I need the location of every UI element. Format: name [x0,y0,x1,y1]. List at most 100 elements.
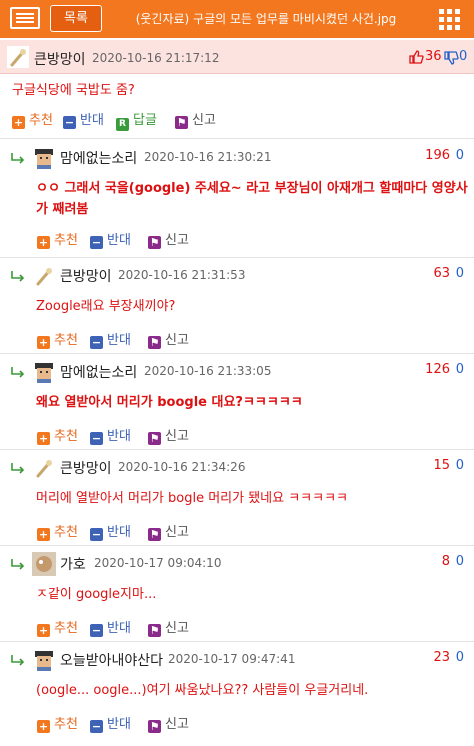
oppose-button[interactable]: − 반대 [90,524,131,542]
report-icon: ⚑ [175,116,188,129]
report-icon: ⚑ [148,624,161,637]
divider [0,449,474,450]
plus-icon: + [37,336,50,349]
post-up-count: 36 [425,49,442,64]
minus-icon: − [90,236,103,249]
comment-author[interactable]: 큰방망이 [60,458,112,478]
plus-icon: + [37,720,50,733]
recommend-button[interactable]: + 추천 [37,428,78,446]
minus-icon: − [63,116,76,129]
oppose-button[interactable]: − 반대 [90,428,131,446]
report-button[interactable]: ⚑ 신고 [148,232,189,250]
comment-datetime: 2020-10-16 21:34:26 [118,460,246,474]
menu-icon[interactable] [10,7,42,31]
avatar [33,265,55,287]
report-button[interactable]: ⚑ 신고 [148,524,189,542]
report-button[interactable]: ⚑ 신고 [148,428,189,446]
comment-datetime: 2020-10-17 09:04:10 [94,556,222,570]
avatar [32,146,56,170]
oppose-button[interactable]: − 반대 [90,332,131,350]
plus-icon: + [37,624,50,637]
comment-down-count: 0 [455,266,464,281]
comment-down-count: 0 [455,650,464,665]
divider [0,545,474,546]
avatar [33,457,55,479]
comment-author[interactable]: 큰방망이 [60,266,112,286]
recommend-button[interactable]: + 추천 [12,112,53,130]
comment-text: ㅇㅇ 그래서 국을(google) 주세요~ 라고 부장님이 아재개그 할때마다… [36,181,468,196]
comment-text: Zoogle래요 부장새끼야? [36,299,176,314]
reply-arrow-icon [11,367,25,378]
report-icon: ⚑ [148,432,161,445]
report-icon: ⚑ [148,720,161,733]
oppose-button[interactable]: − 반대 [90,716,131,734]
divider [0,138,474,139]
comment-author[interactable]: 오늘받아내야산다 [60,650,163,670]
recommend-button[interactable]: + 추천 [37,716,78,734]
recommend-button[interactable]: + 추천 [37,524,78,542]
divider [0,353,474,354]
reply-button[interactable]: R 답글 [116,112,157,131]
post-author[interactable]: 큰방망이 [34,49,86,69]
comment-up-count: 23 [433,650,450,665]
comment-datetime: 2020-10-16 21:33:05 [144,364,272,378]
comment-author[interactable]: 맘에없는소리 [60,362,137,382]
comment-down-count: 0 [455,554,464,569]
comment-up-count: 196 [425,148,450,163]
post-body: 구글식당에 국밥도 줌? [12,83,135,98]
report-button[interactable]: ⚑ 신고 [148,332,189,350]
list-button[interactable]: 목록 [50,5,102,32]
comment-down-count: 0 [455,458,464,473]
reply-icon: R [116,118,129,131]
post-datetime: 2020-10-16 21:17:12 [92,51,220,65]
oppose-button[interactable]: − 반대 [90,620,131,638]
divider [0,257,474,258]
oppose-button[interactable]: − 반대 [63,112,104,130]
report-button[interactable]: ⚑ 신고 [148,620,189,638]
report-icon: ⚑ [148,236,161,249]
report-button[interactable]: ⚑ 신고 [175,112,216,130]
comment-datetime: 2020-10-16 21:31:53 [118,268,246,282]
recommend-button[interactable]: + 추천 [37,620,78,638]
post-down-count: 0 [459,49,468,64]
comment-down-count: 0 [455,148,464,163]
minus-icon: − [90,528,103,541]
comment-up-count: 15 [433,458,450,473]
reply-arrow-icon [11,271,25,282]
page-title: (웃긴자료) 구글의 모든 업무를 마비시켰던 사건.jpg [135,12,397,26]
bat-avatar-icon [7,46,29,68]
plus-icon: + [12,116,25,129]
plus-icon: + [37,528,50,541]
comment-text: 왜요 열받아서 머리가 boogle 대요?ㅋㅋㅋㅋㅋ [36,395,303,410]
minus-icon: − [90,336,103,349]
comment-author[interactable]: 맘에없는소리 [60,148,137,168]
comment-down-count: 0 [455,362,464,377]
comment-up-count: 63 [433,266,450,281]
report-button[interactable]: ⚑ 신고 [148,716,189,734]
minus-icon: − [90,720,103,733]
avatar [32,360,56,384]
avatar [32,552,56,576]
comment-up-count: 8 [441,554,450,569]
divider [0,641,474,642]
reply-arrow-icon [11,559,25,570]
comment-author[interactable]: 가호 [60,554,86,574]
top-bar: 목록 (웃긴자료) 구글의 모든 업무를 마비시켰던 사건.jpg [0,0,474,38]
thumbs-up-icon[interactable] [408,49,424,65]
comment-text: (oogle... oogle...)여기 싸움났나요?? 사람들이 우글거리네… [36,683,369,698]
comment-text: ㅈ같이 google지마... [36,587,157,602]
minus-icon: − [90,432,103,445]
comment-datetime: 2020-10-16 21:30:21 [144,150,272,164]
plus-icon: + [37,432,50,445]
thumbs-down-icon[interactable] [443,50,459,66]
oppose-button[interactable]: − 반대 [90,232,131,250]
recommend-button[interactable]: + 추천 [37,332,78,350]
reply-arrow-icon [11,463,25,474]
grid-icon[interactable] [439,9,461,31]
reply-arrow-icon [11,153,25,164]
recommend-button[interactable]: + 추천 [37,232,78,250]
reply-arrow-icon [11,655,25,666]
comment-datetime: 2020-10-17 09:47:41 [168,652,296,666]
comment-text: 머리에 열받아서 머리가 bogle 머리가 됐네요 ㅋㅋㅋㅋㅋ [36,491,349,506]
comment-up-count: 126 [425,362,450,377]
